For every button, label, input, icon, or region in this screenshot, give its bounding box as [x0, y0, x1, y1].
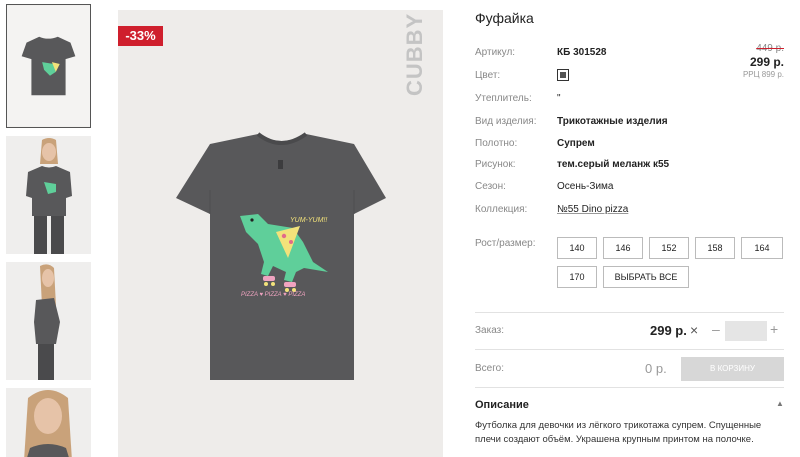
add-to-cart-button[interactable]: В КОРЗИНУ [681, 357, 784, 381]
quantity-plus-button[interactable]: + [770, 321, 778, 337]
attr-label-fabric: Полотно: [475, 138, 518, 149]
select-all-sizes-button[interactable]: ВЫБРАТЬ ВСЕ [603, 266, 689, 288]
size-button-152[interactable]: 152 [649, 237, 689, 259]
discount-badge: -33% [118, 26, 163, 46]
attr-label-season: Сезон: [475, 181, 506, 192]
description-title[interactable]: Описание [475, 399, 529, 411]
attr-label-article: Артикул: [475, 47, 516, 58]
size-button-158[interactable]: 158 [695, 237, 735, 259]
total-label: Всего: [475, 363, 504, 374]
size-button-146[interactable]: 146 [603, 237, 643, 259]
print-text-bottom: PIZZA ♥ PIZZA ♥ PIZZA [241, 292, 305, 298]
rrp-price: РРЦ 899 р. [742, 70, 784, 79]
old-price: 449 р. [756, 43, 784, 54]
collection-link[interactable]: №55 Dino pizza [557, 204, 628, 215]
thumbnail-shirt-image [7, 5, 90, 127]
product-title: Фуфайка [475, 10, 534, 26]
attr-value-type: Трикотажные изделия [557, 116, 668, 127]
attr-value-fabric: Супрем [557, 138, 595, 149]
total-value: 0 р. [645, 361, 667, 376]
size-label: Рост/размер: [475, 238, 536, 249]
thumbnail-model-portrait-image [6, 388, 91, 457]
order-label: Заказ: [475, 325, 505, 336]
quantity-input[interactable] [725, 321, 767, 341]
print-text-top: YUM-YUM!! [290, 217, 327, 224]
thumbnail-model-side[interactable] [6, 262, 91, 380]
attr-label-collection: Коллекция: [475, 204, 528, 215]
thumbnail-model-front-image [6, 136, 91, 254]
attr-value-pattern: тем.серый меланж к55 [557, 159, 670, 170]
quantity-minus-button[interactable]: – [712, 321, 720, 337]
attr-value-season: Осень-Зима [557, 181, 614, 192]
color-swatch[interactable] [557, 69, 569, 81]
order-price: 299 р. [650, 323, 687, 338]
thumbnail-shirt[interactable] [6, 4, 91, 128]
attr-value-insulation: " [557, 93, 561, 104]
attr-label-pattern: Рисунок: [475, 159, 516, 170]
attr-label-type: Вид изделия: [475, 116, 537, 127]
tshirt-illustration: YUM-YUM!! PIZZA ♥ PIZZA ♥ PIZZA [118, 10, 443, 457]
attr-label-color: Цвет: [475, 70, 501, 81]
multiply-icon: × [690, 322, 699, 338]
size-button-140[interactable]: 140 [557, 237, 597, 259]
attr-label-insulation: Утеплитель: [475, 93, 532, 104]
thumbnail-model-portrait[interactable] [6, 388, 91, 457]
divider-description [475, 387, 784, 388]
thumbnail-model-front[interactable] [6, 136, 91, 254]
main-product-image[interactable]: YUM-YUM!! PIZZA ♥ PIZZA ♥ PIZZA [118, 10, 443, 457]
brand-label: CUBBY [402, 12, 427, 96]
caret-up-icon[interactable]: ▲ [776, 399, 784, 408]
divider-order [475, 312, 784, 313]
current-price: 299 р. [749, 55, 784, 69]
divider-total [475, 349, 784, 350]
attr-value-article: КБ 301528 [557, 47, 607, 58]
size-button-164[interactable]: 164 [741, 237, 783, 259]
size-button-170[interactable]: 170 [557, 266, 597, 288]
thumbnail-model-side-image [6, 262, 91, 380]
description-text: Футболка для девочки из лёгкого трикотаж… [475, 420, 762, 445]
